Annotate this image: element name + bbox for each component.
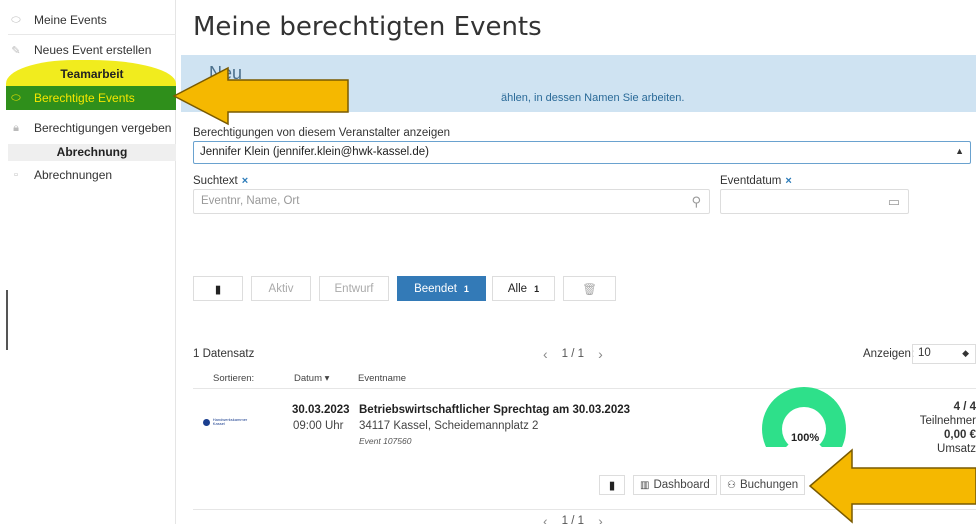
- date-label-text: Eventdatum: [720, 175, 782, 187]
- sidebar-item-label: Berechtigungen vergeben: [34, 121, 172, 135]
- filter-beendet-label: Beendet: [414, 282, 457, 295]
- annotation-arrow-bottom: [808, 448, 976, 524]
- trash-icon: 🗑︎: [582, 283, 597, 296]
- sort-by-name[interactable]: Eventname: [358, 373, 406, 384]
- revenue-value: 0,00 €: [944, 429, 976, 441]
- chevron-left-icon[interactable]: ‹: [543, 513, 548, 524]
- page-indicator: 1 / 1: [561, 515, 585, 524]
- page-size-select[interactable]: 10 ◆: [912, 344, 976, 364]
- bookmark-button[interactable]: ▮: [599, 475, 625, 495]
- sidebar-item-berechtigungen[interactable]: 🔒︎ Berechtigungen vergeben: [0, 116, 176, 140]
- filter-aktiv-button[interactable]: Aktiv: [251, 276, 311, 301]
- tag-icon: ⬭: [11, 13, 21, 26]
- gauge-percent: 100%: [791, 432, 820, 444]
- chevron-right-icon[interactable]: ›: [598, 346, 603, 362]
- search-icon[interactable]: ⚲: [691, 194, 701, 210]
- filter-beendet-button[interactable]: Beendet 1: [397, 276, 486, 301]
- filter-alle-button[interactable]: Alle 1: [492, 276, 555, 301]
- bookings-button[interactable]: ⚇ Buchungen: [720, 475, 806, 495]
- participants-label: Teilnehmer: [919, 415, 976, 427]
- sort-date-label: Datum: [294, 373, 322, 384]
- bookmark-icon: ▮: [608, 480, 616, 492]
- sidebar-item-meine-events[interactable]: ⬭ Meine Events: [0, 8, 176, 32]
- divider: [8, 34, 176, 35]
- sort-label: Sortieren:: [213, 373, 255, 384]
- annotation-arrow-left: [172, 66, 349, 126]
- organizer-select[interactable]: Jennifer Klein (jennifer.klein@hwk-kasse…: [193, 141, 971, 164]
- chevron-updown-icon: ◆: [962, 348, 969, 358]
- page-indicator: 1 / 1: [561, 348, 585, 360]
- tag-icon: ⬭: [11, 91, 21, 104]
- chevron-updown-icon: ▲: [955, 146, 964, 156]
- sidebar-item-label: Berechtigte Events: [34, 91, 135, 105]
- document-icon: ▫: [14, 169, 18, 181]
- sidebar-item-abrechnungen[interactable]: ▫ Abrechnungen: [0, 163, 176, 187]
- participants-count: 4 / 4: [953, 401, 976, 413]
- bookmark-icon: ▮: [214, 283, 222, 296]
- logo-mark: [203, 418, 210, 426]
- organizer-select-value: Jennifer Klein (jennifer.klein@hwk-kasse…: [200, 146, 430, 158]
- date-clear-button[interactable]: ×: [785, 175, 791, 187]
- search-label: Suchtext ×: [193, 175, 248, 187]
- scrollbar[interactable]: [6, 290, 8, 350]
- sidebar: ⬭ Meine Events ✎ Neues Event erstellen T…: [0, 0, 176, 524]
- filter-entwurf-button[interactable]: Entwurf: [319, 276, 389, 301]
- date-input[interactable]: ▭: [720, 189, 909, 214]
- pencil-icon: ✎: [11, 44, 21, 57]
- bookings-label: Buchungen: [739, 479, 799, 491]
- users-icon: ⚇: [727, 479, 736, 491]
- caret-down-icon: ▾: [324, 373, 330, 384]
- page-size-value: 10: [918, 347, 931, 359]
- sidebar-item-label: Neues Event erstellen: [34, 43, 152, 57]
- organizer-label: Berechtigungen von diesem Veranstalter a…: [193, 127, 451, 139]
- sidebar-item-berechtigte-events[interactable]: ⬭ Berechtigte Events: [6, 86, 176, 110]
- event-date: 30.03.2023: [292, 404, 350, 416]
- filter-beendet-count: 1: [463, 283, 469, 294]
- page-title: Meine berechtigten Events: [193, 12, 542, 42]
- lock-icon: 🔒︎: [13, 121, 19, 134]
- search-input[interactable]: Eventnr, Name, Ort ⚲: [193, 189, 710, 214]
- sidebar-heading-team: Teamarbeit: [60, 67, 124, 81]
- search-clear-button[interactable]: ×: [242, 175, 248, 187]
- event-name[interactable]: Betriebswirtschaftlicher Sprechtag am 30…: [359, 404, 630, 416]
- pagination-top: ‹ 1 / 1 ›: [543, 346, 603, 362]
- event-location: 34117 Kassel, Scheidemannplatz 2: [359, 420, 539, 432]
- record-count: 1 Datensatz: [193, 348, 255, 360]
- dashboard-button[interactable]: ▥ Dashboard: [633, 475, 717, 495]
- dashboard-label: Dashboard: [653, 479, 710, 491]
- search-label-text: Suchtext: [193, 175, 238, 187]
- filter-alle-label: Alle: [507, 282, 528, 295]
- sidebar-item-label: Meine Events: [34, 13, 107, 27]
- calendar-icon[interactable]: ▭: [888, 194, 900, 210]
- show-label: Anzeigen:: [863, 348, 915, 360]
- organizer-logo: Handwerkskammer Kassel: [203, 415, 259, 429]
- sidebar-item-label: Abrechnungen: [34, 168, 113, 182]
- event-time: 09:00 Uhr: [293, 420, 344, 432]
- chevron-left-icon[interactable]: ‹: [543, 346, 548, 362]
- pagination-bottom: ‹ 1 / 1 ›: [543, 513, 603, 524]
- search-placeholder: Eventnr, Name, Ort: [201, 195, 300, 207]
- event-id: Event 107560: [359, 436, 412, 446]
- date-label: Eventdatum ×: [720, 175, 792, 187]
- logo-text: Handwerkskammer Kassel: [212, 417, 248, 426]
- filter-entwurf-label: Entwurf: [334, 282, 374, 295]
- sidebar-heading-billing: Abrechnung: [8, 144, 176, 161]
- filter-alle-count: 1: [534, 283, 540, 294]
- filter-trash-button[interactable]: 🗑︎: [563, 276, 616, 301]
- bookmark-filter-button[interactable]: ▮: [193, 276, 243, 301]
- sort-by-date[interactable]: Datum ▾: [294, 373, 329, 384]
- divider: [193, 388, 976, 389]
- sidebar-item-neues-event[interactable]: ✎ Neues Event erstellen: [0, 38, 176, 62]
- bar-chart-icon: ▥: [640, 479, 650, 491]
- info-text: ählen, in dessen Namen Sie arbeiten.: [501, 92, 685, 104]
- chevron-right-icon[interactable]: ›: [598, 513, 603, 524]
- filter-aktiv-label: Aktiv: [268, 282, 294, 295]
